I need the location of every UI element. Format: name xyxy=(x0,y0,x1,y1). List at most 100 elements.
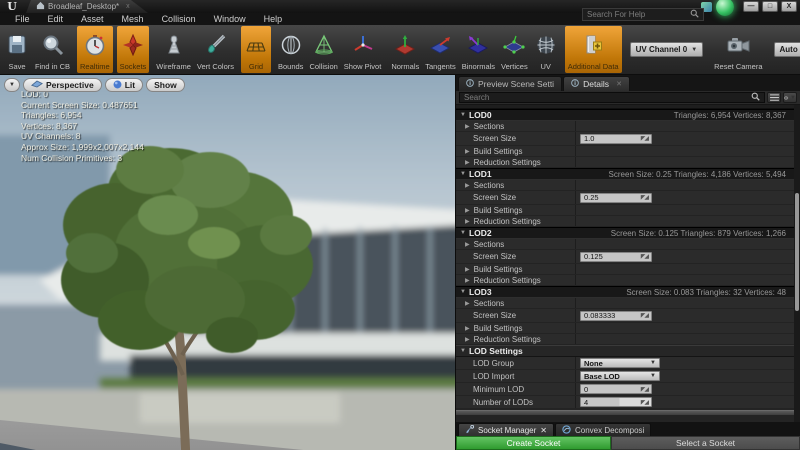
scrollbar-thumb[interactable] xyxy=(795,193,799,311)
viewport-options-button[interactable]: ▼ xyxy=(4,78,20,92)
launcher-orb-icon[interactable] xyxy=(716,0,734,16)
spinner-arrows-icon[interactable]: ◤◢ xyxy=(641,194,649,201)
unreal-logo-icon: U xyxy=(7,0,17,13)
horizontal-scrollbar[interactable] xyxy=(456,410,794,415)
numeric-input[interactable]: 0 ◤◢ xyxy=(580,384,652,394)
section-header-lod1[interactable]: ▼ LOD1 Screen Size: 0.25 Triangles: 4,186 … xyxy=(456,168,794,180)
row-screen-size: Screen Size 0.25 ◤◢ xyxy=(456,191,794,205)
dropdown-lod-import[interactable]: Base LOD ▼ xyxy=(580,371,660,381)
details-search-input[interactable]: Search xyxy=(459,92,765,103)
toolbar-button-label: UV xyxy=(540,62,551,71)
expander-arrow-icon[interactable]: ▶ xyxy=(465,159,470,166)
lit-label: Lit xyxy=(124,80,136,90)
expander-arrow-icon[interactable]: ▶ xyxy=(465,182,470,189)
toolbar-button-wireframe[interactable]: Wireframe xyxy=(153,26,194,73)
toolbar-button-realtime[interactable]: Realtime xyxy=(77,26,113,73)
maximize-button[interactable]: □ xyxy=(762,1,778,12)
tab-socket-manager[interactable]: Socket Manager ✕ xyxy=(458,423,554,436)
menu-asset[interactable]: Asset xyxy=(72,14,113,24)
toolbar-button-vert-colors[interactable]: Vert Colors xyxy=(194,26,237,73)
toolbar-button-bounds[interactable]: Bounds xyxy=(275,26,306,73)
expanded-arrow-icon[interactable]: ▼ xyxy=(460,112,466,118)
section-header-lod0[interactable]: ▼ LOD0 Triangles: 6,954 Vertices: 8,367 xyxy=(456,109,794,121)
toolbar-button-save[interactable]: Save xyxy=(2,26,32,73)
spinner-arrows-icon[interactable]: ◤◢ xyxy=(641,386,649,393)
close-icon[interactable]: ✕ xyxy=(616,80,622,88)
expanded-arrow-icon[interactable]: ▼ xyxy=(460,348,466,354)
toolbar-button-normals[interactable]: Normals xyxy=(388,26,422,73)
viewport[interactable]: ▼ Perspective Lit Show LOD: 0 Current Scr… xyxy=(0,75,455,450)
tab-details[interactable]: Details ✕ xyxy=(563,76,630,91)
spinner-arrows-icon[interactable]: ◤◢ xyxy=(641,399,649,406)
asset-tab[interactable]: Broadleaf_Desktop* x xyxy=(26,0,148,13)
expander-arrow-icon[interactable]: ▶ xyxy=(465,148,470,155)
expander-arrow-icon[interactable]: ▶ xyxy=(465,123,470,130)
toolbar-button-show-pivot[interactable]: Show Pivot xyxy=(341,26,385,73)
expander-arrow-icon[interactable]: ▶ xyxy=(465,266,470,273)
toolbar-button-collision[interactable]: Collision xyxy=(306,26,340,73)
toolbar-button-grid[interactable]: Grid xyxy=(241,26,271,73)
expanded-arrow-icon[interactable]: ▼ xyxy=(460,171,466,177)
menu-window[interactable]: Window xyxy=(205,14,255,24)
numeric-input[interactable]: 4 ◤◢ xyxy=(580,397,652,407)
minimize-button[interactable]: — xyxy=(743,1,759,12)
property-value-cell: 4 ◤◢ xyxy=(576,396,794,408)
property-matrix-button[interactable] xyxy=(767,92,781,103)
section-header-lod-settings[interactable]: ▼ LOD Settings xyxy=(456,345,794,357)
expander-arrow-icon[interactable]: ▶ xyxy=(465,325,470,332)
spinner-arrows-icon[interactable]: ◤◢ xyxy=(641,253,649,260)
menu-help[interactable]: Help xyxy=(255,14,292,24)
perspective-button[interactable]: Perspective xyxy=(22,78,102,92)
auto-lod-dropdown[interactable]: Auto LOD▼ xyxy=(773,42,800,57)
toolbar-button-additional-data[interactable]: Additional Data xyxy=(564,26,622,73)
menu-collision[interactable]: Collision xyxy=(153,14,205,24)
toolbar-button-binormals[interactable]: Binormals xyxy=(459,26,498,73)
menu-file[interactable]: File xyxy=(6,14,39,24)
section-header-stats: Screen Size: 0.125 Triangles: 879 Vertic… xyxy=(610,228,786,238)
expander-arrow-icon[interactable]: ▶ xyxy=(465,241,470,248)
numeric-input[interactable]: 0.083333 ◤◢ xyxy=(580,310,652,321)
expander-arrow-icon[interactable]: ▶ xyxy=(465,336,470,343)
toolbar-button-uv[interactable]: UV xyxy=(531,26,561,73)
numeric-input[interactable]: 1.0 ◤◢ xyxy=(580,133,652,144)
expanded-arrow-icon[interactable]: ▼ xyxy=(460,230,466,236)
dropdown-lod-group[interactable]: None ▼ xyxy=(580,358,660,368)
tab-convex-decomposition[interactable]: Convex Decomposi xyxy=(554,423,652,436)
close-icon[interactable]: x xyxy=(126,3,130,10)
expander-arrow-icon[interactable]: ▶ xyxy=(465,300,470,307)
close-window-button[interactable]: X xyxy=(781,1,797,12)
expander-arrow-icon[interactable]: ▶ xyxy=(465,218,470,225)
section-header-stats: Triangles: 6,954 Vertices: 8,367 xyxy=(673,110,786,120)
toolbar-button-sockets[interactable]: Sockets xyxy=(116,26,150,73)
numeric-input[interactable]: 0.125 ◤◢ xyxy=(580,251,652,262)
expander-arrow-icon[interactable]: ▶ xyxy=(465,277,470,284)
toolbar-button-find-in-cb[interactable]: Find in CB xyxy=(32,26,73,73)
section-header-lod2[interactable]: ▼ LOD2 Screen Size: 0.125 Triangles: 879 V… xyxy=(456,227,794,239)
expander-arrow-icon[interactable]: ▶ xyxy=(465,207,470,214)
reset-camera-button[interactable]: Reset Camera xyxy=(711,26,765,73)
spinner-arrows-icon[interactable]: ◤◢ xyxy=(641,312,649,319)
create-socket-button[interactable]: Create Socket xyxy=(456,436,611,450)
uv-channel-dropdown[interactable]: UV Channel 0 ▼ xyxy=(629,42,704,57)
close-icon[interactable]: ✕ xyxy=(540,426,547,435)
tab-preview-scene-settings[interactable]: Preview Scene Setti xyxy=(458,76,563,91)
details-scrollbar[interactable] xyxy=(794,105,800,422)
toolbar-button-vertices[interactable]: Vertices xyxy=(498,26,531,73)
section-header-lod3[interactable]: ▼ LOD3 Screen Size: 0.083 Triangles: 32 Ve… xyxy=(456,286,794,298)
show-menu-button[interactable]: Show xyxy=(146,78,185,92)
property-label-cell: LOD Import xyxy=(456,370,576,382)
spinner-arrows-icon[interactable]: ◤◢ xyxy=(641,135,649,142)
menu-edit[interactable]: Edit xyxy=(39,14,73,24)
row-sections: ▶ Sections xyxy=(456,180,794,191)
display-filter-eye-button[interactable]: ▼ xyxy=(783,92,797,103)
help-search-input[interactable]: Search For Help xyxy=(582,8,704,21)
lit-mode-button[interactable]: Lit xyxy=(104,78,144,92)
row-sections: ▶ Sections xyxy=(456,239,794,250)
menu-mesh[interactable]: Mesh xyxy=(113,14,153,24)
numeric-input[interactable]: 0.25 ◤◢ xyxy=(580,192,652,203)
wireframe-icon xyxy=(162,28,186,62)
viewport-stat-line: Approx Size: 1,999x2,007x2,144 xyxy=(21,141,144,152)
toolbar-button-tangents[interactable]: Tangents xyxy=(422,26,458,73)
show-label: Show xyxy=(154,80,177,90)
expanded-arrow-icon[interactable]: ▼ xyxy=(460,289,466,295)
